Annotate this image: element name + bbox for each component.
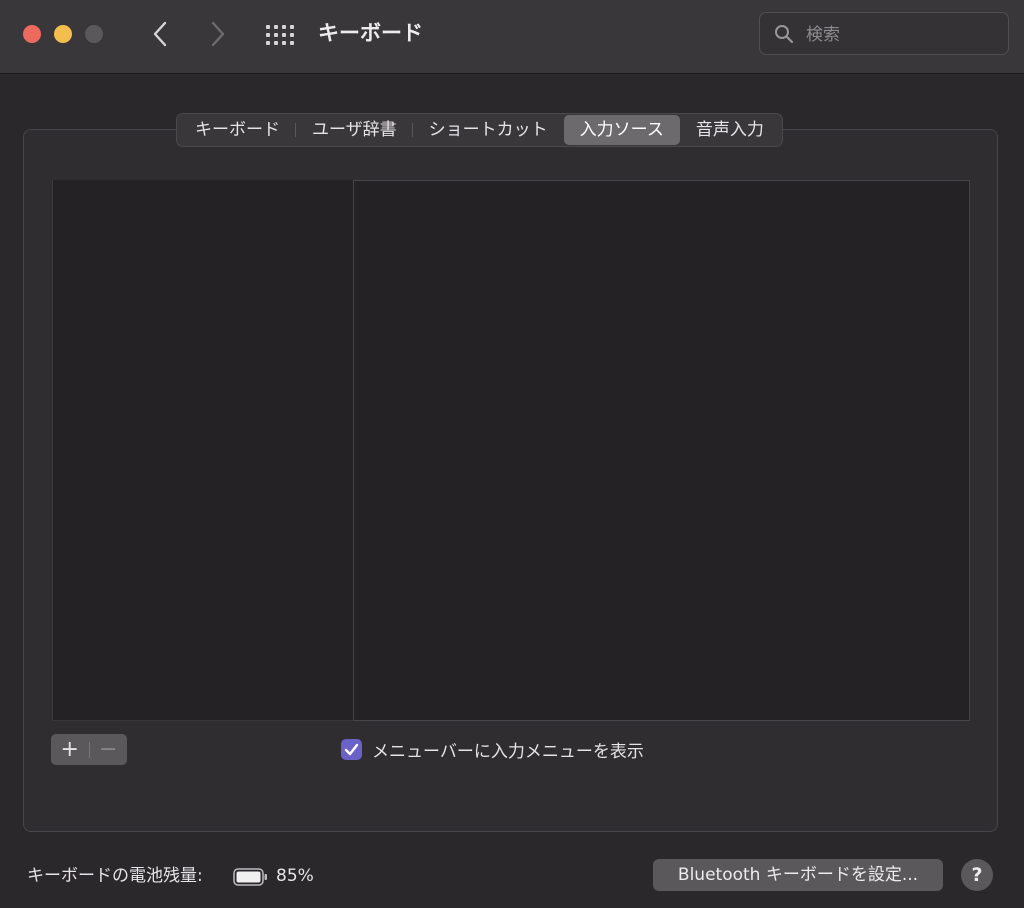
battery-percentage: 85%: [276, 866, 314, 886]
input-source-detail-pane: [353, 180, 970, 721]
search-input[interactable]: [804, 19, 1003, 51]
chevron-right-icon: [211, 21, 225, 47]
tab-shortcuts[interactable]: ショートカット: [413, 115, 564, 145]
add-input-source-button[interactable]: +: [51, 734, 89, 765]
chevron-left-icon: [153, 21, 167, 47]
tab-input-sources[interactable]: 入力ソース: [563, 115, 680, 145]
search-icon: [775, 25, 794, 44]
add-remove-control: + −: [51, 734, 127, 765]
minimize-window-button[interactable]: [54, 25, 72, 43]
tab-dictation[interactable]: 音声入力: [680, 115, 780, 145]
forward-button[interactable]: [203, 16, 233, 52]
show-input-menu-checkbox[interactable]: [341, 738, 362, 760]
back-button[interactable]: [145, 16, 175, 52]
tab-bar: キーボード ユーザ辞書 ショートカット 入力ソース 音声入力: [176, 113, 783, 147]
input-source-list[interactable]: [52, 180, 353, 721]
battery-icon: [233, 868, 267, 886]
show-input-menu-row[interactable]: メニューバーに入力メニューを表示: [341, 737, 644, 762]
grid-icon: [266, 25, 294, 45]
keyboard-preferences-window: キーボード キーボード ユーザ辞書 ショートカット 入力ソース 音声入力 + −…: [0, 0, 1024, 908]
zoom-window-button: [85, 25, 103, 43]
window-title: キーボード: [318, 21, 423, 45]
close-window-button[interactable]: [23, 25, 41, 43]
show-input-menu-label: メニューバーに入力メニューを表示: [372, 741, 644, 762]
setup-bluetooth-keyboard-button[interactable]: Bluetooth キーボードを設定...: [653, 859, 943, 891]
checkmark-icon: [344, 743, 359, 755]
title-bar: キーボード: [0, 0, 1024, 74]
battery-label: キーボードの電池残量:: [27, 866, 203, 886]
tab-keyboard[interactable]: キーボード: [179, 115, 296, 145]
search-field[interactable]: [759, 12, 1009, 55]
help-button[interactable]: ?: [961, 859, 993, 891]
remove-input-source-button[interactable]: −: [89, 734, 127, 765]
show-all-button[interactable]: [262, 20, 298, 50]
tab-user-dictionary[interactable]: ユーザ辞書: [296, 115, 413, 145]
